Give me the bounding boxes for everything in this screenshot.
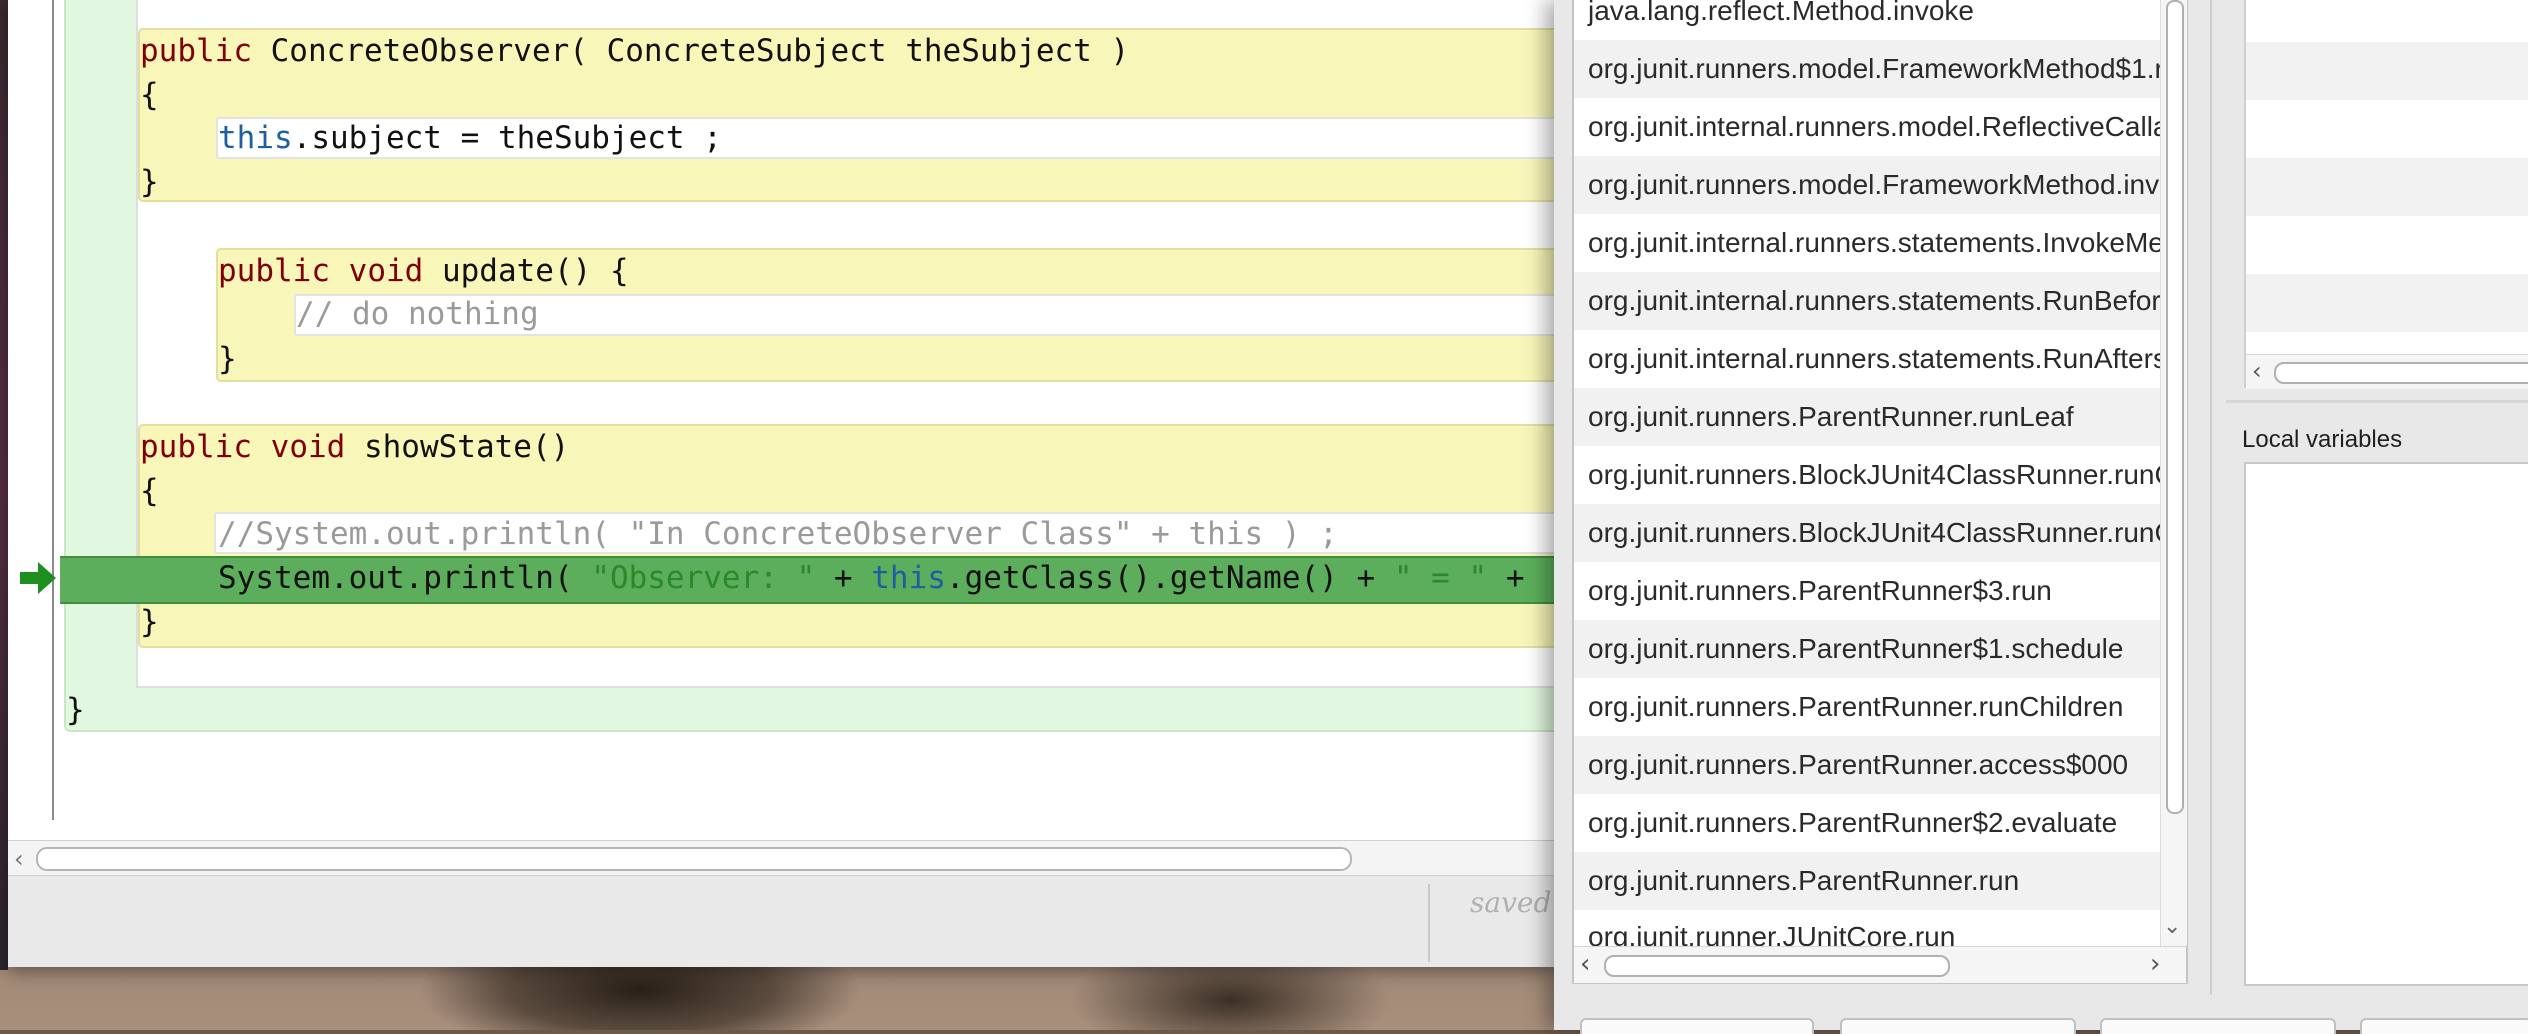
- update-close-brace: }: [218, 341, 237, 377]
- chevron-down-icon[interactable]: ⌄: [2163, 914, 2181, 939]
- horizontal-scrollbar[interactable]: ‹: [2246, 354, 2528, 389]
- scrollbar-thumb[interactable]: [1604, 955, 1950, 977]
- saved-status: saved: [1470, 886, 1552, 919]
- debug-button[interactable]: [2360, 1018, 2528, 1034]
- desktop-edge: [0, 0, 8, 970]
- button-bar: [1554, 1018, 2528, 1034]
- list-row[interactable]: [2246, 100, 2528, 158]
- stack-frame[interactable]: org.junit.runners.ParentRunner$1.schedul…: [1574, 620, 2160, 678]
- right-arrow-icon: [18, 560, 58, 596]
- update-signature: public void update() {: [218, 253, 629, 289]
- list-row[interactable]: [2246, 216, 2528, 274]
- editor-status-bar: saved: [8, 875, 1556, 967]
- showstate-signature: public void showState(): [140, 429, 570, 465]
- open-brace: {: [140, 77, 159, 113]
- list-row[interactable]: [2246, 158, 2528, 216]
- status-divider: [1428, 884, 1430, 962]
- showstate-open-brace: {: [140, 473, 159, 509]
- stack-frame[interactable]: org.junit.runners.ParentRunner$3.run: [1574, 562, 2160, 620]
- call-stack-horizontal-scrollbar[interactable]: ‹ ›: [1574, 946, 2186, 983]
- local-variables-list[interactable]: [2244, 462, 2528, 986]
- debug-button[interactable]: [1580, 1018, 1814, 1034]
- update-comment: // do nothing: [296, 296, 539, 332]
- scrollbar-thumb[interactable]: [2274, 362, 2528, 384]
- close-brace: }: [140, 164, 159, 200]
- gutter-line: [52, 0, 54, 820]
- commented-print-line: //System.out.println( "In ConcreteObserv…: [218, 516, 1338, 552]
- stack-frame[interactable]: org.junit.internal.runners.statements.In…: [1574, 214, 2160, 272]
- debug-button[interactable]: [2100, 1018, 2336, 1034]
- stack-frame[interactable]: org.junit.runners.model.FrameworkMethod.…: [1574, 156, 2160, 214]
- stack-frame[interactable]: org.junit.runners.ParentRunner.access$00…: [1574, 736, 2160, 794]
- assign-line: this.subject = theSubject ;: [218, 120, 722, 156]
- chevron-left-icon[interactable]: ‹: [14, 845, 24, 873]
- class-close-brace: }: [66, 692, 85, 728]
- stack-frame[interactable]: org.junit.runner.JUnitCore.run: [1574, 908, 2160, 946]
- local-variables-label: Local variables: [2242, 426, 2403, 453]
- code-editor-window: public ConcreteObserver( ConcreteSubject…: [8, 0, 1556, 967]
- list-row[interactable]: [2246, 274, 2528, 332]
- stack-frame[interactable]: org.junit.runners.ParentRunner.run: [1574, 852, 2160, 910]
- pane-splitter[interactable]: [2226, 400, 2528, 403]
- chevron-right-icon[interactable]: ›: [2150, 949, 2160, 979]
- list-row[interactable]: [2246, 42, 2528, 100]
- chevron-left-icon[interactable]: ‹: [1580, 949, 1590, 979]
- constructor-signature: public ConcreteObserver( ConcreteSubject…: [140, 33, 1130, 69]
- showstate-close-brace: }: [140, 604, 159, 640]
- scrollbar-thumb[interactable]: [36, 847, 1352, 871]
- call-stack-vertical-scrollbar[interactable]: ⌄: [2160, 0, 2187, 946]
- stack-frame[interactable]: org.junit.runners.model.FrameworkMethod$…: [1574, 40, 2160, 98]
- chevron-left-icon[interactable]: ‹: [2252, 357, 2262, 385]
- stack-frame[interactable]: java.lang.reflect.Method.invoke: [1574, 0, 2160, 40]
- stack-frame[interactable]: org.junit.runners.BlockJUnit4ClassRunner…: [1574, 504, 2160, 562]
- stack-frame[interactable]: org.junit.runners.ParentRunner.runLeaf: [1574, 388, 2160, 446]
- stack-frame[interactable]: org.junit.internal.runners.statements.Ru…: [1574, 330, 2160, 388]
- variables-list-panel[interactable]: ‹: [2244, 0, 2528, 389]
- code-area[interactable]: public ConcreteObserver( ConcreteSubject…: [8, 0, 1556, 840]
- stack-frame[interactable]: org.junit.internal.runners.model.Reflect…: [1574, 98, 2160, 156]
- stack-frame[interactable]: org.junit.internal.runners.statements.Ru…: [1574, 272, 2160, 330]
- stack-frame[interactable]: org.junit.runners.BlockJUnit4ClassRunner…: [1574, 446, 2160, 504]
- panel-divider[interactable]: [2210, 0, 2212, 995]
- executing-print-line: System.out.println( "Observer: " + this.…: [218, 560, 1525, 596]
- scrollbar-thumb[interactable]: [2166, 0, 2184, 814]
- call-stack-panel: java.lang.reflect.Method.invoke org.juni…: [1572, 0, 2188, 984]
- editor-horizontal-scrollbar[interactable]: ‹: [8, 840, 1556, 875]
- stack-frame[interactable]: org.junit.runners.ParentRunner.runChildr…: [1574, 678, 2160, 736]
- stack-frame[interactable]: org.junit.runners.ParentRunner$2.evaluat…: [1574, 794, 2160, 852]
- debugger-window: java.lang.reflect.Method.invoke org.juni…: [1554, 0, 2528, 1034]
- debug-button[interactable]: [1840, 1018, 2076, 1034]
- call-stack-list[interactable]: java.lang.reflect.Method.invoke org.juni…: [1574, 0, 2160, 946]
